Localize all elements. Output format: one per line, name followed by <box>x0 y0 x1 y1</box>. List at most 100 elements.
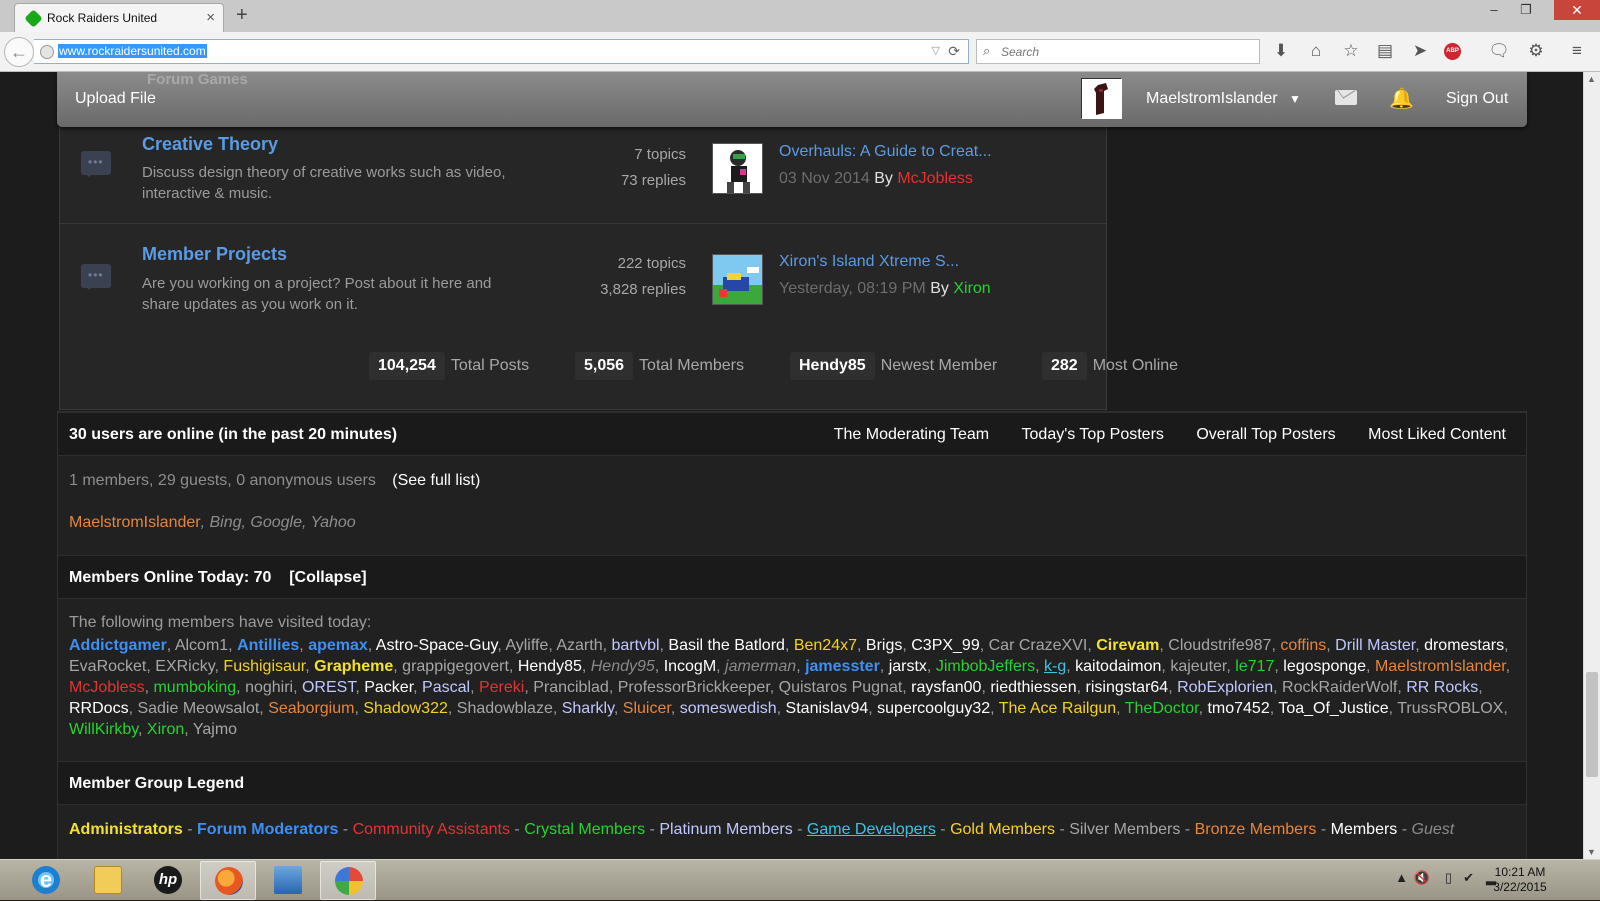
member-link[interactable]: Cloudstrife987 <box>1168 637 1271 654</box>
member-link[interactable]: ProfessorBrickkeeper <box>618 679 770 696</box>
member-link[interactable]: Grapheme <box>314 658 393 675</box>
member-link[interactable]: tmo7452 <box>1207 700 1269 717</box>
menu-icon[interactable]: ≡ <box>1566 41 1588 61</box>
avatar[interactable] <box>1081 78 1122 119</box>
bookmark-star-icon[interactable]: ☆ <box>1340 41 1362 61</box>
member-link[interactable]: k-g <box>1044 658 1066 675</box>
link-most-liked-content[interactable]: Most Liked Content <box>1368 426 1506 443</box>
member-link[interactable]: Drill Master <box>1335 637 1415 654</box>
member-link[interactable]: EXRicky <box>155 658 214 675</box>
member-link[interactable]: RobExplorien <box>1177 679 1273 696</box>
internet-explorer-icon[interactable]: e <box>18 861 74 900</box>
url-dropdown-icon[interactable]: ▽ <box>932 44 940 57</box>
chat-icon[interactable]: 🗨 <box>1488 41 1510 61</box>
member-link[interactable]: Hendy95 <box>591 658 655 675</box>
member-link[interactable]: risingstar64 <box>1086 679 1169 696</box>
member-link[interactable]: Antillies <box>237 637 299 654</box>
member-link[interactable]: McJobless <box>69 679 145 696</box>
member-link[interactable]: Shadow322 <box>363 700 448 717</box>
member-link[interactable]: Astro-Space-Guy <box>376 637 498 654</box>
member-link[interactable]: WillKirkby <box>69 721 138 738</box>
mail-icon[interactable] <box>1335 90 1357 105</box>
hp-icon[interactable]: hp <box>140 861 196 900</box>
search-input[interactable]: ⌕ Search <box>976 39 1260 64</box>
tray-expand-icon[interactable]: ▲ <box>1395 870 1408 885</box>
member-link[interactable]: someswedish <box>680 700 777 717</box>
last-post-author[interactable]: McJobless <box>897 170 973 187</box>
restore-button[interactable]: ❐ <box>1512 2 1540 18</box>
last-post-author[interactable]: Xiron <box>953 280 990 297</box>
adblock-icon[interactable]: ABP <box>1444 43 1461 60</box>
share-icon[interactable]: ➤ <box>1409 41 1431 61</box>
member-link[interactable]: raysfan00 <box>911 679 981 696</box>
member-link[interactable]: RRDocs <box>69 700 129 717</box>
last-post-thumbnail[interactable] <box>712 254 763 305</box>
see-full-list-link[interactable]: (See full list) <box>392 472 480 489</box>
forum-title[interactable]: Creative Theory <box>142 134 278 155</box>
page-scrollbar[interactable]: ▲ ▼ <box>1583 72 1600 859</box>
member-link[interactable]: le717 <box>1235 658 1274 675</box>
member-link[interactable]: jamesster <box>805 658 880 675</box>
member-link[interactable]: Brigs <box>866 637 902 654</box>
member-link[interactable]: kajeuter <box>1170 658 1226 675</box>
battery-icon[interactable]: ▯ <box>1445 870 1452 886</box>
clock[interactable]: 10:21 AM 3/22/2015 <box>1480 865 1560 895</box>
download-icon[interactable]: ⬇ <box>1270 41 1292 61</box>
member-link[interactable]: Toa_Of_Justice <box>1278 700 1388 717</box>
caret-down-icon[interactable]: ▼ <box>1289 92 1301 106</box>
member-link[interactable]: mumboking <box>153 679 236 696</box>
url-text[interactable]: www.rockraidersunited.com <box>58 44 207 58</box>
member-link[interactable]: Xiron <box>147 721 184 738</box>
member-link[interactable]: The Ace Railgun <box>999 700 1116 717</box>
member-link[interactable]: Sharkly <box>562 700 614 717</box>
member-link[interactable]: EvaRocket <box>69 658 146 675</box>
member-link[interactable]: dromestars <box>1424 637 1504 654</box>
member-link[interactable]: IncogM <box>664 658 716 675</box>
member-link[interactable]: Cirevam <box>1096 637 1159 654</box>
link-todays-top-posters[interactable]: Today's Top Posters <box>1022 426 1164 443</box>
member-link[interactable]: Ben24x7 <box>794 637 857 654</box>
browser-tab[interactable]: Rock Raiders United × <box>14 3 224 32</box>
member-link[interactable]: jarstx <box>889 658 927 675</box>
last-post-title[interactable]: Overhauls: A Guide to Creat... <box>779 143 992 161</box>
member-link[interactable]: jamerman <box>725 658 796 675</box>
sign-out-link[interactable]: Sign Out <box>1446 90 1508 108</box>
reading-list-icon[interactable]: ▤ <box>1374 41 1396 61</box>
scrollbar-thumb[interactable] <box>1586 672 1598 777</box>
member-link[interactable]: Alcom1 <box>175 637 228 654</box>
collapse-link[interactable]: [Collapse] <box>289 569 366 586</box>
member-link[interactable]: Basil the Batlord <box>668 637 785 654</box>
member-link[interactable]: C3PX_99 <box>911 637 980 654</box>
minimize-button[interactable]: – <box>1480 2 1508 17</box>
member-link[interactable]: TrussROBLOX <box>1397 700 1503 717</box>
member-link[interactable]: Packer <box>364 679 413 696</box>
volume-muted-icon[interactable]: 🔇 <box>1414 870 1430 886</box>
member-link[interactable]: legosponge <box>1283 658 1366 675</box>
extension-icon[interactable]: ⚙ <box>1525 41 1547 61</box>
scroll-down-icon[interactable]: ▼ <box>1587 847 1596 857</box>
last-post-thumbnail[interactable] <box>712 143 763 194</box>
member-link[interactable]: Sluicer <box>623 700 671 717</box>
forum-title[interactable]: Member Projects <box>142 244 287 265</box>
member-link[interactable]: Azarth <box>556 637 602 654</box>
member-link[interactable]: Hendy85 <box>518 658 582 675</box>
paint-icon[interactable] <box>260 861 316 900</box>
address-bar[interactable]: www.rockraidersunited.com ▽ ⟳ <box>34 39 969 64</box>
member-link[interactable]: Quistaros Pugnat <box>779 679 903 696</box>
member-link[interactable]: TheDoctor <box>1125 700 1199 717</box>
stat-value[interactable]: Hendy85 <box>790 352 875 380</box>
action-center-icon[interactable]: ✔ <box>1463 870 1474 886</box>
member-link[interactable]: supercoolguy32 <box>877 700 990 717</box>
last-post-title[interactable]: Xiron's Island Xtreme S... <box>779 253 959 271</box>
member-link[interactable]: grappigegovert <box>402 658 509 675</box>
member-link[interactable]: riedthiessen <box>990 679 1076 696</box>
member-link[interactable]: Addictgamer <box>69 637 167 654</box>
member-link[interactable]: Ayliffe <box>505 637 548 654</box>
member-link[interactable]: kaitodaimon <box>1075 658 1161 675</box>
member-link[interactable]: Shadowblaze <box>457 700 553 717</box>
member-link[interactable]: Fushigisaur <box>223 658 305 675</box>
reload-icon[interactable]: ⟳ <box>948 43 960 60</box>
scroll-up-icon[interactable]: ▲ <box>1587 74 1596 84</box>
member-link[interactable]: Seaborgium <box>268 700 354 717</box>
member-link[interactable]: JimbobJeffers <box>936 658 1035 675</box>
